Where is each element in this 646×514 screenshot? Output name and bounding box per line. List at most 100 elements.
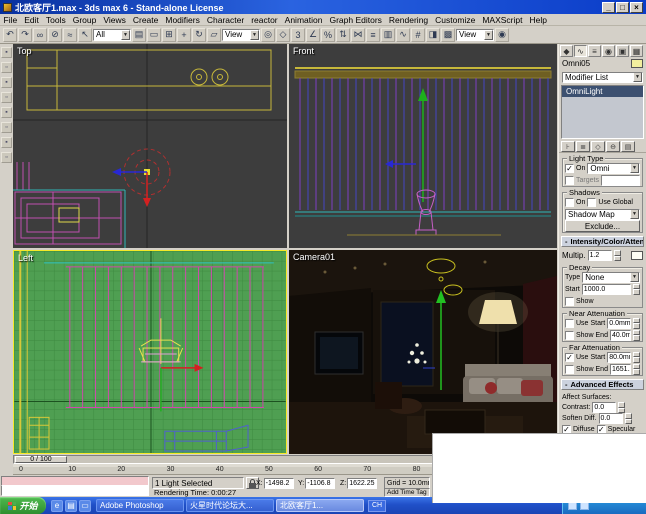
near-end-field[interactable]: 40.0mm: [610, 330, 631, 341]
menu-item-character[interactable]: Character: [203, 14, 247, 26]
far-use-checkbox[interactable]: [565, 353, 574, 362]
percent-snap-icon[interactable]: %: [321, 28, 335, 42]
taskbar-task[interactable]: Adobe Photoshop: [96, 499, 184, 512]
exclude-button[interactable]: Exclude...: [565, 220, 640, 232]
spinner-snap-icon[interactable]: ⇅: [336, 28, 350, 42]
menu-item-customize[interactable]: Customize: [432, 14, 479, 26]
chevron-down-icon[interactable]: ▼: [633, 72, 642, 82]
select-by-name-icon[interactable]: ▤: [132, 28, 146, 42]
bind-to-space-warp-icon[interactable]: ≈: [63, 28, 77, 42]
soften-diffuse-field[interactable]: 0.0: [599, 413, 623, 424]
viewport-left-active[interactable]: Left: [13, 250, 287, 454]
side-toolbar-icon-7[interactable]: ▪: [1, 137, 12, 148]
snap-toggle-3d-icon[interactable]: 3: [291, 28, 305, 42]
curve-editor-icon[interactable]: ∿: [396, 28, 410, 42]
contrast-field[interactable]: 0.0: [592, 402, 616, 413]
chevron-down-icon[interactable]: ▼: [250, 30, 259, 40]
light-type-dropdown[interactable]: Omni ▼: [587, 163, 640, 174]
pin-stack-icon[interactable]: ⊦: [561, 141, 575, 152]
decay-type-dropdown[interactable]: None ▼: [582, 272, 640, 283]
quicklaunch-desktop-icon[interactable]: ▤: [65, 500, 77, 512]
decay-start-field[interactable]: 1000.0: [582, 284, 631, 295]
light-on-checkbox[interactable]: [565, 164, 574, 173]
menu-item-edit[interactable]: Edit: [21, 14, 43, 26]
listener-macro-row[interactable]: [1, 476, 149, 486]
far-show-checkbox[interactable]: [565, 365, 574, 374]
title-bar[interactable]: 北欧客厅1.max - 3ds max 6 - Stand-alone Lice…: [0, 0, 646, 14]
viewport-camera-label[interactable]: Camera01: [293, 252, 335, 262]
close-button[interactable]: ×: [630, 2, 643, 13]
side-toolbar-icon-8[interactable]: ▫: [1, 152, 12, 163]
redo-icon[interactable]: ↷: [18, 28, 32, 42]
add-time-tag[interactable]: Add Time Tag: [384, 488, 430, 497]
light-color-swatch[interactable]: [631, 59, 643, 68]
create-tab-icon[interactable]: ◆: [560, 45, 573, 57]
soften-spinner[interactable]: [625, 413, 632, 424]
chevron-down-icon[interactable]: ▼: [630, 272, 639, 282]
side-toolbar-icon-6[interactable]: ▫: [1, 122, 12, 133]
select-and-rotate-icon[interactable]: ↻: [192, 28, 206, 42]
input-language-indicator[interactable]: CH: [368, 500, 386, 512]
chevron-down-icon[interactable]: ▼: [630, 163, 639, 173]
rectangular-selection-region-icon[interactable]: ▭: [147, 28, 161, 42]
z-coordinate-field[interactable]: 1622.25: [347, 478, 377, 489]
modifier-stack[interactable]: OmniLight: [561, 85, 644, 139]
motion-tab-icon[interactable]: ◉: [602, 45, 615, 57]
listener-script-row[interactable]: [1, 486, 149, 496]
maxscript-mini-listener[interactable]: [1, 476, 149, 496]
quicklaunch-browser-icon[interactable]: e: [51, 500, 63, 512]
menu-item-graph-editors[interactable]: Graph Editors: [326, 14, 385, 26]
target-distance-field[interactable]: [601, 175, 640, 186]
menu-item-file[interactable]: File: [0, 14, 21, 26]
unlink-selection-icon[interactable]: ⊘: [48, 28, 62, 42]
select-and-move-icon[interactable]: +: [177, 28, 191, 42]
side-toolbar-icon-1[interactable]: ▪: [1, 47, 12, 58]
select-and-scale-icon[interactable]: ▱: [207, 28, 221, 42]
menu-item-modifiers[interactable]: Modifiers: [162, 14, 203, 26]
near-use-checkbox[interactable]: [565, 319, 574, 328]
remove-modifier-icon[interactable]: ⊖: [606, 141, 620, 152]
quicklaunch-folder-icon[interactable]: ▭: [79, 500, 91, 512]
far-start-field[interactable]: 80.0mm: [607, 352, 631, 363]
select-and-link-icon[interactable]: ∞: [33, 28, 47, 42]
select-and-manipulate-icon[interactable]: ◇: [276, 28, 290, 42]
time-slider-handle[interactable]: 0 / 100: [15, 456, 67, 463]
near-show-checkbox[interactable]: [565, 331, 574, 340]
shadows-on-checkbox[interactable]: [565, 198, 574, 207]
viewport-left-label[interactable]: Left: [18, 253, 33, 263]
side-toolbar-icon-5[interactable]: ▪: [1, 107, 12, 118]
configure-modifier-sets-icon[interactable]: ▤: [621, 141, 635, 152]
far-start-spinner[interactable]: [633, 352, 640, 363]
maximize-button[interactable]: □: [616, 2, 629, 13]
use-global-checkbox[interactable]: [587, 198, 596, 207]
y-coordinate-field[interactable]: -1106.8: [305, 478, 335, 489]
viewport-top[interactable]: Top: [13, 44, 287, 248]
use-pivot-point-icon[interactable]: ◎: [261, 28, 275, 42]
near-end-spinner[interactable]: [633, 330, 640, 341]
minimize-button[interactable]: _: [602, 2, 615, 13]
modifier-list-dropdown[interactable]: Modifier List ▼: [562, 72, 643, 83]
display-tab-icon[interactable]: ▣: [616, 45, 629, 57]
near-start-spinner[interactable]: [633, 318, 640, 329]
x-coordinate-field[interactable]: -1498.2: [264, 478, 294, 489]
decay-start-spinner[interactable]: [633, 284, 640, 295]
multiplier-field[interactable]: 1.2: [588, 250, 612, 261]
intensity-rollout-header[interactable]: - Intensity/Color/Attenuation: [561, 236, 644, 247]
align-icon[interactable]: ≡: [366, 28, 380, 42]
multiplier-color-swatch[interactable]: [631, 251, 643, 260]
viewport-top-label[interactable]: Top: [17, 46, 32, 56]
make-unique-icon[interactable]: ◇: [591, 141, 605, 152]
menu-item-create[interactable]: Create: [129, 14, 162, 26]
advanced-effects-rollout-header[interactable]: - Advanced Effects: [561, 379, 644, 390]
layer-manager-icon[interactable]: ▥: [381, 28, 395, 42]
select-object-icon[interactable]: ↖: [78, 28, 92, 42]
render-scene-icon[interactable]: ▩: [441, 28, 455, 42]
menu-item-reactor[interactable]: reactor: [248, 14, 281, 26]
chevron-down-icon[interactable]: ▼: [630, 209, 639, 219]
menu-item-tools[interactable]: Tools: [42, 14, 69, 26]
chevron-down-icon[interactable]: ▼: [121, 30, 130, 40]
menu-item-help[interactable]: Help: [526, 14, 550, 26]
contrast-spinner[interactable]: [618, 402, 625, 413]
reference-coordinate-dropdown[interactable]: View▼: [222, 29, 260, 41]
menu-item-views[interactable]: Views: [100, 14, 130, 26]
